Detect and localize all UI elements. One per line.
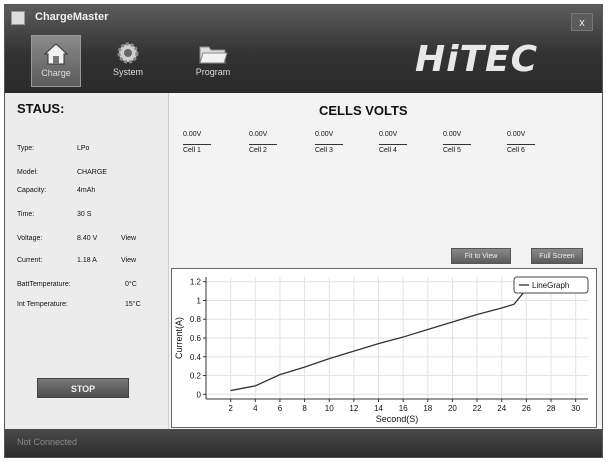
app-icon <box>11 11 25 25</box>
x-tick-label: 10 <box>325 404 334 413</box>
cell-voltage: 0.00V <box>507 131 526 138</box>
legend-label: LineGraph <box>532 281 569 290</box>
cell-voltage: 0.00V <box>183 131 202 138</box>
y-tick-label: 0.4 <box>190 353 202 362</box>
x-tick-label: 20 <box>448 404 457 413</box>
cell-6: 0.00V Cell 6 <box>507 131 557 154</box>
title-bar: ChargeMaster x Charge System Program HiT… <box>5 5 602 93</box>
status-value: 0°C <box>125 281 137 288</box>
status-value: 15°C <box>125 301 141 308</box>
nav-charge-label: Charge <box>41 68 71 78</box>
x-tick-label: 28 <box>547 404 556 413</box>
window-title: ChargeMaster <box>35 11 109 23</box>
folder-icon <box>199 46 228 64</box>
y-tick-label: 0.8 <box>190 315 202 324</box>
nav-system-button[interactable]: System <box>103 35 153 87</box>
voltage-view-link[interactable]: View <box>121 235 136 242</box>
status-label: BattTemperature: <box>17 281 71 288</box>
current-chart-frame: 2 4 6 8 10 12 14 16 18 20 22 24 26 28 30 0 0.2 0.4 0.6 0.8 1… <box>171 268 597 428</box>
y-tick-label: 0.2 <box>190 372 202 381</box>
stop-button[interactable]: STOP <box>37 378 129 398</box>
x-tick-label: 30 <box>571 404 580 413</box>
cell-label: Cell 3 <box>315 144 343 154</box>
status-value: 4mAh <box>77 187 96 194</box>
cell-4: 0.00V Cell 4 <box>379 131 429 154</box>
y-tick-label: 0 <box>197 390 202 399</box>
status-value: 1.18 A <box>77 257 97 264</box>
x-axis-label: Second(S) <box>376 414 419 424</box>
full-screen-button[interactable]: Full Screen <box>531 248 583 264</box>
x-tick-label: 22 <box>473 404 482 413</box>
cell-2: 0.00V Cell 2 <box>249 131 299 154</box>
status-label: Type: <box>17 145 35 152</box>
nav-program-button[interactable]: Program <box>185 35 241 87</box>
cell-voltage: 0.00V <box>249 131 268 138</box>
x-tick-label: 8 <box>302 404 307 413</box>
status-value: 30 S <box>77 211 92 218</box>
cell-label: Cell 1 <box>183 144 211 154</box>
x-tick-label: 14 <box>374 404 383 413</box>
status-title: STAUS: <box>17 101 65 116</box>
x-tick-label: 4 <box>253 404 258 413</box>
main-panel: CELLS VOLTS 0.00V Cell 1 0.00V Cell 2 0.… <box>169 93 602 429</box>
cell-voltage: 0.00V <box>443 131 462 138</box>
cell-voltage: 0.00V <box>379 131 398 138</box>
close-button[interactable]: x <box>571 13 593 31</box>
x-tick-label: 2 <box>228 404 233 413</box>
status-label: Int Temperature: <box>17 301 68 308</box>
gear-icon <box>117 42 139 64</box>
x-tick-label: 12 <box>349 404 358 413</box>
status-value: LPo <box>77 145 90 152</box>
fit-to-view-button[interactable]: Fit to View <box>451 248 511 264</box>
cell-label: Cell 2 <box>249 144 277 154</box>
status-bar: Not Connected <box>5 429 602 457</box>
x-tick-label: 18 <box>423 404 432 413</box>
status-value: 8.40 V <box>77 235 98 242</box>
x-tick-label: 6 <box>278 404 283 413</box>
y-tick-label: 0.6 <box>190 334 202 343</box>
cell-label: Cell 4 <box>379 144 407 154</box>
status-panel: STAUS: Type: LPo Model: CHARGE Capacity:… <box>5 93 169 429</box>
cell-label: Cell 6 <box>507 144 535 154</box>
x-tick-label: 24 <box>497 404 506 413</box>
home-icon <box>43 43 69 65</box>
cell-3: 0.00V Cell 3 <box>315 131 365 154</box>
cells-volts-title: CELLS VOLTS <box>319 103 408 118</box>
connection-status: Not Connected <box>17 437 78 447</box>
cell-voltage: 0.00V <box>315 131 334 138</box>
cell-5: 0.00V Cell 5 <box>443 131 493 154</box>
y-tick-label: 1 <box>197 296 202 305</box>
hitec-logo: HiTEC <box>415 39 539 80</box>
app-window: ChargeMaster x Charge System Program HiT… <box>4 4 603 458</box>
status-label: Time: <box>17 211 35 218</box>
x-tick-label: 26 <box>522 404 531 413</box>
current-line-chart: 2 4 6 8 10 12 14 16 18 20 22 24 26 28 3000.20.40.60.81… <box>174 276 589 424</box>
cell-1: 0.00V Cell 1 <box>183 131 233 154</box>
x-tick-label: 16 <box>399 404 408 413</box>
status-label: Capacity: <box>17 187 47 194</box>
cell-label: Cell 5 <box>443 144 471 154</box>
y-tick-label: 1.2 <box>190 278 202 287</box>
nav-system-label: System <box>112 67 143 77</box>
status-label: Voltage: <box>17 235 43 242</box>
status-label: Model: <box>17 169 39 176</box>
y-axis-label: Current(A) <box>174 317 184 359</box>
status-label: Current: <box>17 257 43 264</box>
status-value: CHARGE <box>77 169 107 176</box>
current-view-link[interactable]: View <box>121 257 136 264</box>
nav-charge-button[interactable]: Charge <box>31 35 81 87</box>
nav-program-label: Program <box>195 67 231 77</box>
